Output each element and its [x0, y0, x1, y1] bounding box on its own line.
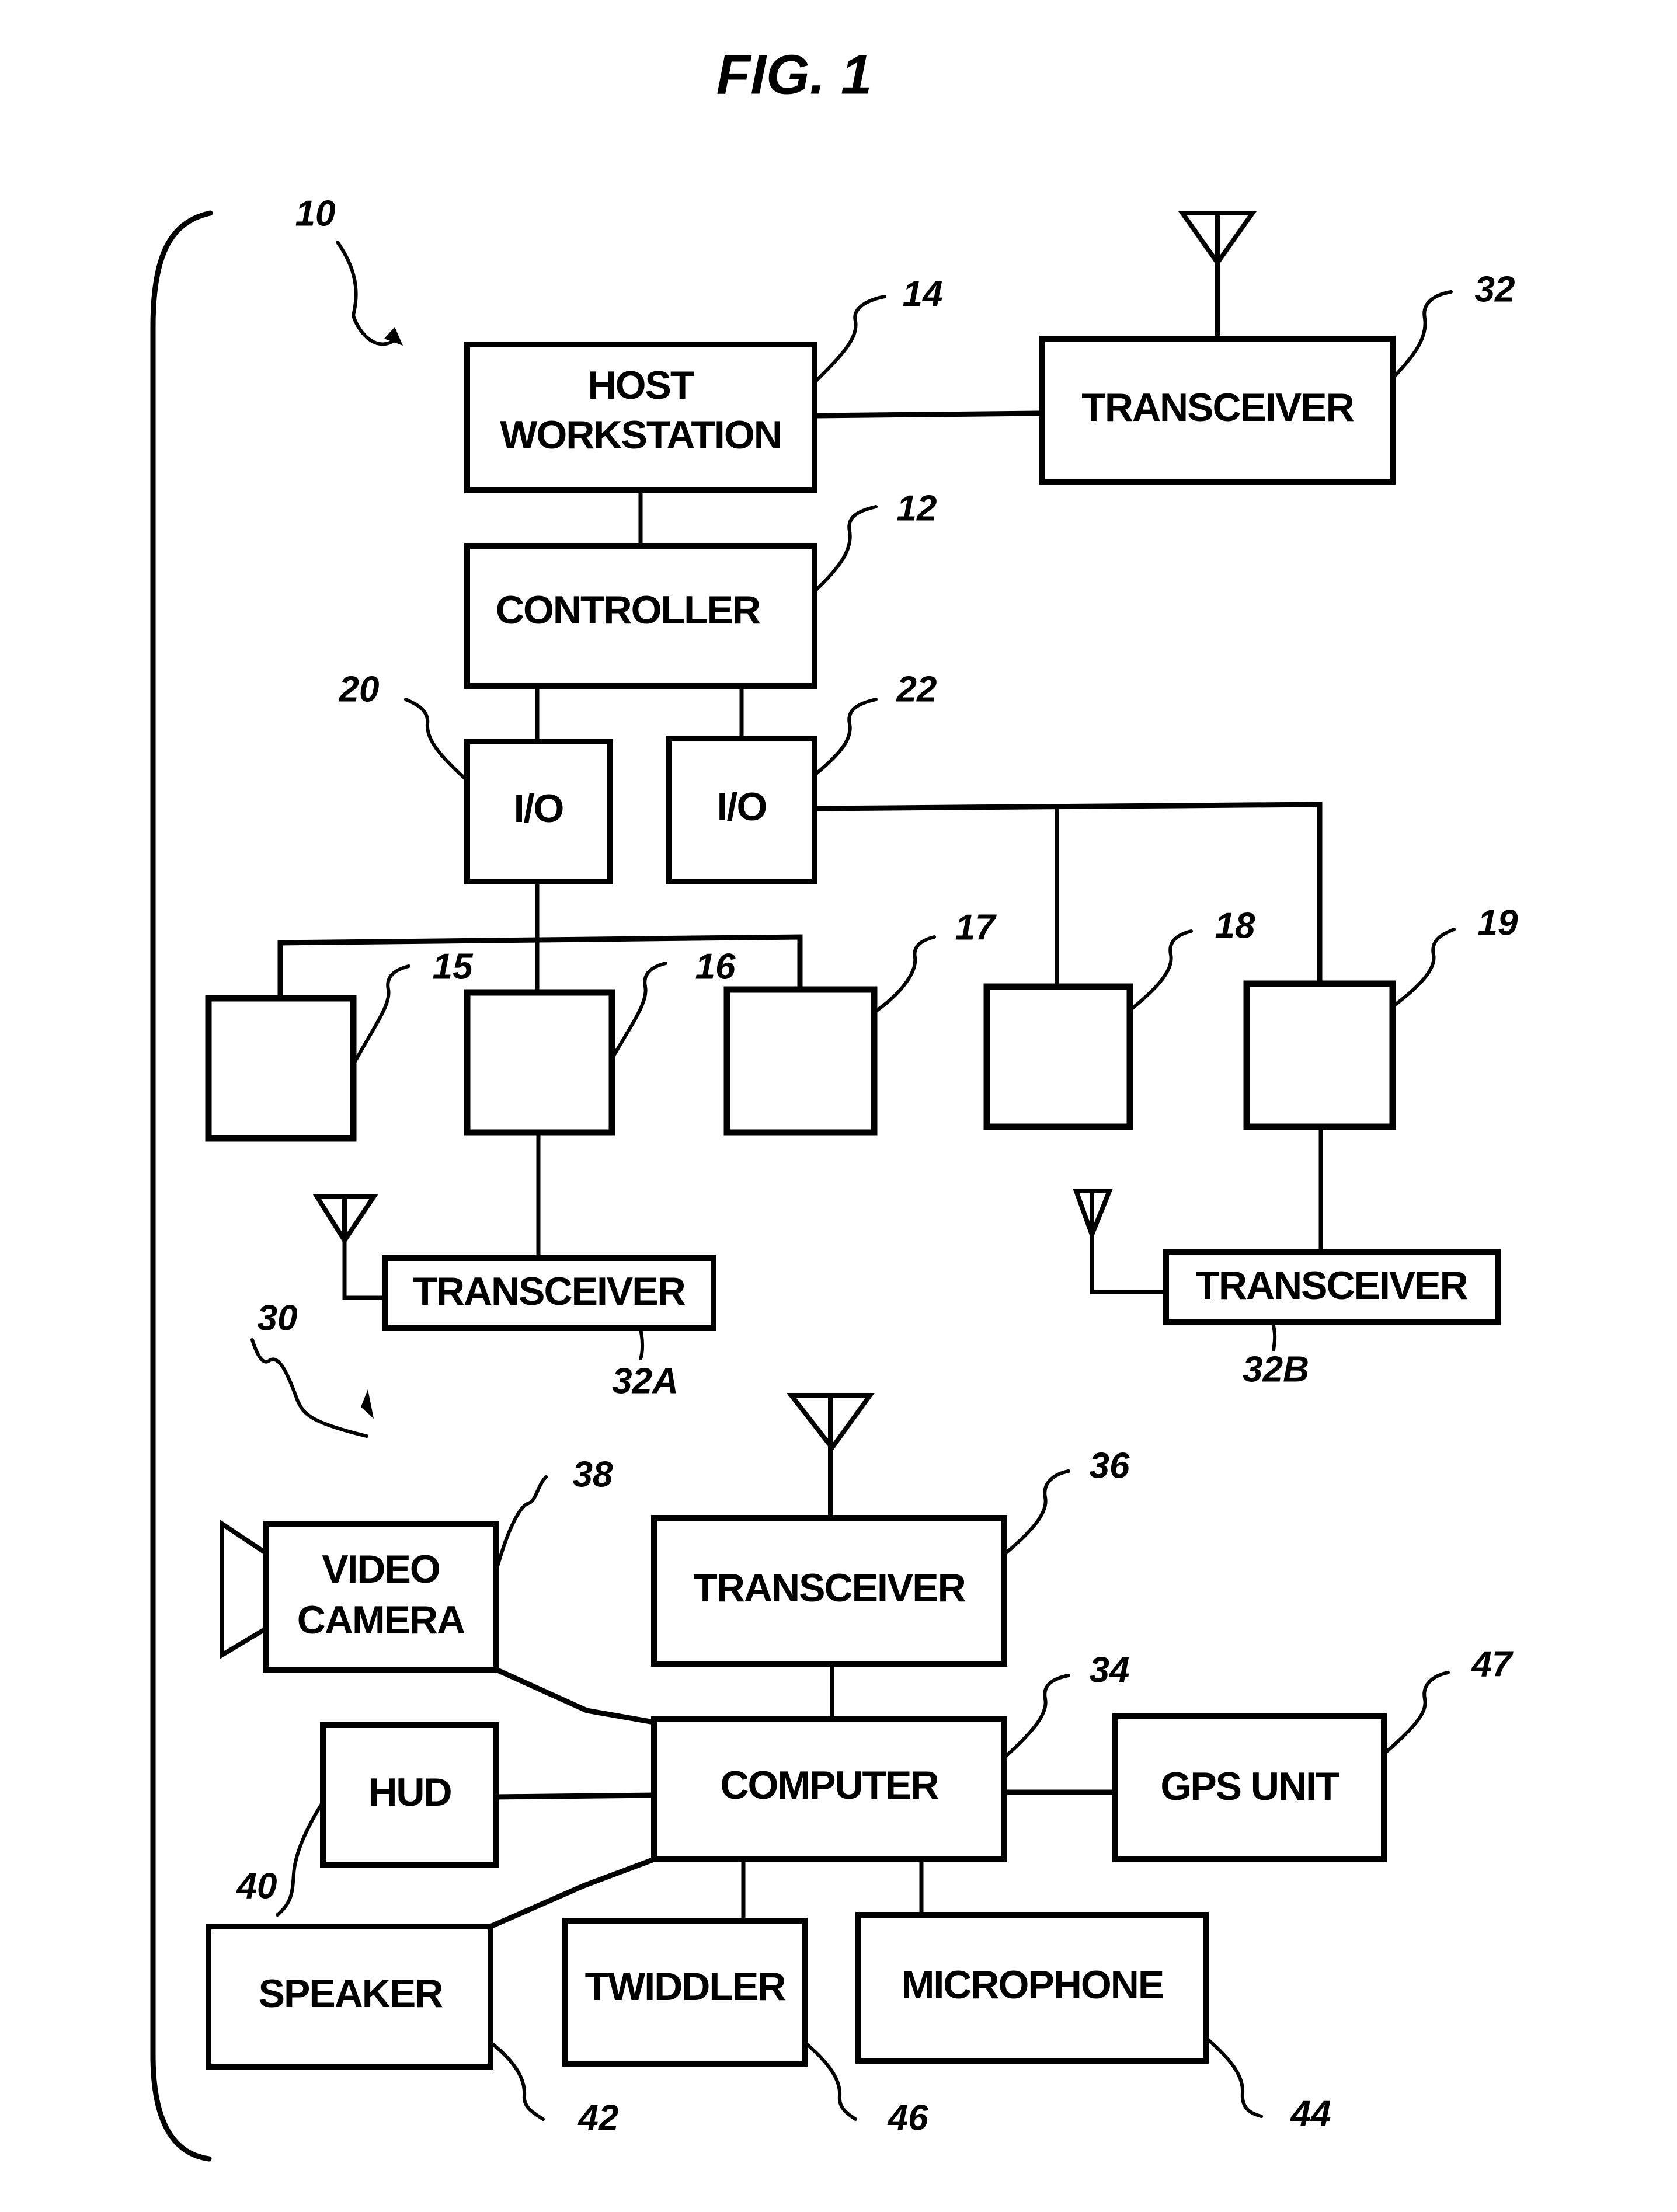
- transceiver-36-label: TRANSCEIVER: [693, 1566, 965, 1610]
- controller-block: CONTROLLER: [464, 543, 817, 689]
- antenna-icon: [1178, 211, 1257, 339]
- link-hud-computer: [493, 1792, 657, 1800]
- twiddler-block: TWIDDLER: [562, 1918, 808, 2067]
- controller-label: CONTROLLER: [496, 588, 760, 632]
- io-22-label: I/O: [717, 785, 767, 829]
- transceiver-36-block: TRANSCEIVER: [651, 1515, 1007, 1667]
- patent-figure-diagram: FIG. 1 10 HOST WORKSTATION 14 TRANSCEIVE…: [150, 43, 1518, 2162]
- transceiver-32-block: TRANSCEIVER: [1039, 336, 1396, 485]
- transceiver-32b-label: TRANSCEIVER: [1195, 1263, 1467, 1308]
- microphone-label: MICROPHONE: [902, 1963, 1163, 2007]
- leader-18: [1130, 929, 1193, 1011]
- video-camera-label-line2: CAMERA: [297, 1598, 465, 1642]
- microphone-block: MICROPHONE: [855, 1912, 1209, 2064]
- video-camera-label-line1: VIDEO: [322, 1547, 440, 1591]
- leader-19: [1393, 928, 1456, 1007]
- link-camera-computer: [493, 1666, 657, 1726]
- arrowhead-30: [361, 1389, 374, 1419]
- ref-label-18: 18: [1215, 905, 1255, 946]
- leader-34: [1004, 1674, 1070, 1758]
- ref-label-19: 19: [1478, 903, 1518, 943]
- transceiver-32b-block: TRANSCEIVER: [1163, 1249, 1501, 1325]
- video-camera-block: VIDEO CAMERA: [263, 1521, 499, 1673]
- ref-label-44: 44: [1290, 2093, 1331, 2134]
- leader-44: [1206, 2037, 1263, 2118]
- leader-15: [353, 964, 410, 1064]
- ref-label-32: 32: [1475, 269, 1515, 309]
- transceiver-32a-block: TRANSCEIVER: [382, 1255, 716, 1331]
- ref-label-20: 20: [339, 669, 380, 709]
- leader-47: [1384, 1671, 1450, 1754]
- leader-12: [815, 505, 878, 591]
- leader-40: [276, 1802, 323, 1917]
- leader-22: [815, 698, 878, 775]
- link-host-transceiver: [812, 410, 1045, 419]
- ref-label-46: 46: [887, 2098, 928, 2138]
- link-computer-speaker: [487, 1856, 657, 1930]
- leader-20: [404, 698, 468, 781]
- host-workstation-block: HOST WORKSTATION: [464, 342, 817, 493]
- host-workstation-label-line1: HOST: [588, 363, 694, 407]
- host-workstation-label-line2: WORKSTATION: [500, 413, 781, 457]
- hud-label: HUD: [368, 1770, 451, 1814]
- transceiver-32-label: TRANSCEIVER: [1081, 385, 1354, 430]
- antenna-icon: [786, 1393, 875, 1518]
- ref-label-32b: 32B: [1243, 1349, 1309, 1389]
- device-16-block: [464, 989, 615, 1136]
- ref-label-30: 30: [258, 1298, 298, 1338]
- ref-label-22: 22: [896, 669, 937, 709]
- ref-label-12: 12: [897, 488, 937, 528]
- ref-arrow-10: [336, 241, 399, 346]
- io-20-label: I/O: [514, 786, 563, 831]
- speaker-block: SPEAKER: [206, 1924, 493, 2070]
- leader-46: [804, 2042, 857, 2121]
- twiddler-label: TWIDDLER: [585, 1964, 786, 2009]
- camera-lens-icon: [220, 1519, 267, 1660]
- ref-label-14: 14: [903, 274, 943, 314]
- speaker-label: SPEAKER: [259, 1971, 443, 2016]
- io-20-block: I/O: [464, 739, 613, 884]
- antenna-icon: [312, 1194, 385, 1300]
- ref-label-32a: 32A: [612, 1361, 679, 1401]
- antenna-icon: [1073, 1189, 1166, 1294]
- leader-17: [874, 935, 936, 1013]
- system-bracket: [150, 210, 213, 2162]
- ref-label-15: 15: [433, 946, 474, 987]
- hud-block: HUD: [320, 1722, 499, 1868]
- transceiver-32a-label: TRANSCEIVER: [413, 1269, 685, 1314]
- ref-label-38: 38: [573, 1454, 613, 1495]
- gps-unit-label: GPS UNIT: [1160, 1764, 1339, 1809]
- ref-label-10: 10: [295, 193, 336, 234]
- computer-label: COMPUTER: [720, 1763, 938, 1807]
- ref-label-40: 40: [236, 1866, 277, 1906]
- ref-label-36: 36: [1090, 1445, 1130, 1486]
- io-22-block: I/O: [666, 736, 817, 884]
- ref-label-34: 34: [1090, 1650, 1130, 1690]
- leader-14: [815, 295, 886, 382]
- device-15-block: [205, 995, 357, 1142]
- ref-label-42: 42: [577, 2098, 619, 2138]
- leader-42: [490, 2042, 545, 2121]
- ref-label-16: 16: [695, 946, 736, 987]
- device-18-block: [983, 983, 1133, 1130]
- gps-unit-block: GPS UNIT: [1112, 1713, 1387, 1862]
- bus-io22-devices: [812, 802, 1323, 987]
- leader-32: [1393, 290, 1453, 378]
- leader-38: [496, 1475, 548, 1566]
- figure-title: FIG. 1: [716, 43, 872, 106]
- ref-label-17: 17: [955, 907, 997, 947]
- leader-16: [611, 962, 667, 1058]
- ref-arrow-30: [250, 1338, 368, 1438]
- computer-block: COMPUTER: [651, 1716, 1007, 1862]
- leader-36: [1004, 1469, 1070, 1555]
- ref-label-47: 47: [1471, 1644, 1514, 1684]
- device-19-block: [1243, 980, 1396, 1130]
- leader-32b: [1271, 1322, 1277, 1351]
- leader-32a: [639, 1328, 644, 1360]
- device-17-block: [723, 986, 878, 1136]
